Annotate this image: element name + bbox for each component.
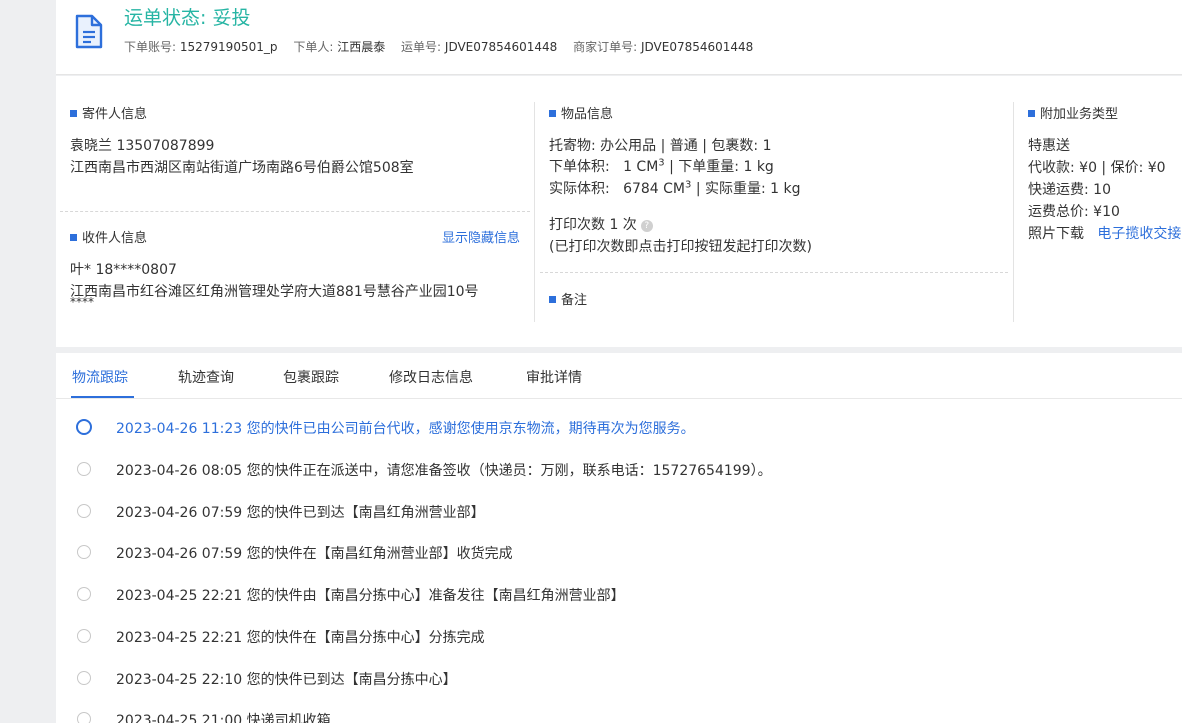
- merchant-order-number: 商家订单号: JDVE07854601448: [573, 40, 754, 54]
- waybill-header: 运单状态: 妥投 下单账号: 15279190501_p 下单人: 江西晨泰 运…: [56, 0, 1182, 75]
- divider: [540, 272, 1008, 273]
- timeline-dot-icon: [76, 419, 92, 435]
- tracking-card: 物流跟踪 轨迹查询 包裹跟踪 修改日志信息 审批详情 2023-04-26 11…: [56, 353, 1182, 723]
- order-volume-weight: 下单体积: 1 CM3 | 下单重量: 1 kg: [549, 157, 774, 175]
- orderer: 下单人: 江西晨泰: [293, 40, 386, 54]
- timeline-dot-icon: [77, 671, 91, 685]
- print-count-note: (已打印次数即点击打印按钮发起打印次数): [549, 239, 812, 255]
- actual-volume-weight: 实际体积: 6784 CM3 | 实际重量: 1 kg: [549, 179, 801, 197]
- show-hidden-info-link[interactable]: 显示隐藏信息: [442, 227, 520, 246]
- tracking-event: 2023-04-25 22:10 您的快件已到达【南昌分拣中心】: [56, 666, 1182, 690]
- extra-service-section-title: 附加业务类型: [1028, 103, 1118, 122]
- waybill-status: 运单状态: 妥投: [124, 7, 251, 29]
- receiver-address: 江西南昌市红谷滩区红角洲管理处学府大道881号慧谷产业园10号: [70, 284, 479, 300]
- remark-section-title: 备注: [549, 289, 587, 308]
- sender-address: 江西南昌市西湖区南站街道广场南路6号伯爵公馆508室: [70, 160, 414, 176]
- print-count: 打印次数 1 次?: [549, 214, 653, 234]
- info-card: 寄件人信息 袁晓兰 13507087899 江西南昌市西湖区南站街道广场南路6号…: [56, 76, 1182, 347]
- timeline-dot-icon: [77, 629, 91, 643]
- tab-change-log[interactable]: 修改日志信息: [389, 367, 473, 387]
- total-fee: 运费总价: ¥10: [1028, 204, 1120, 220]
- tracking-event: 2023-04-26 11:23 您的快件已由公司前台代收，感谢您使用京东物流，…: [56, 415, 1182, 439]
- tracking-event: 2023-04-26 07:59 您的快件已到达【南昌红角洲营业部】: [56, 499, 1182, 523]
- goods-section-title: 物品信息: [549, 103, 613, 122]
- cod-insurance: 代收款: ¥0 | 保价: ¥0: [1028, 160, 1166, 176]
- sender-name-phone: 袁晓兰 13507087899: [70, 138, 215, 154]
- sender-section-title: 寄件人信息: [70, 103, 147, 122]
- timeline-dot-icon: [77, 462, 91, 476]
- service-type: 特惠送: [1028, 138, 1070, 154]
- tracking-event: 2023-04-26 08:05 您的快件正在派送中，请您准备签收（快递员：万刚…: [56, 457, 1182, 481]
- tab-trajectory-query[interactable]: 轨迹查询: [178, 367, 234, 387]
- tab-package-tracking[interactable]: 包裹跟踪: [283, 367, 339, 387]
- help-icon[interactable]: ?: [640, 220, 653, 232]
- timeline-dot-icon: [77, 504, 91, 518]
- timeline-dot-icon: [77, 587, 91, 601]
- tracking-tabs: 物流跟踪 轨迹查询 包裹跟踪 修改日志信息 审批详情: [56, 353, 1182, 399]
- receiver-name-phone: 叶* 18****0807: [70, 262, 177, 278]
- receiver-address-cont: ****: [70, 295, 94, 309]
- waybill-number: 运单号: JDVE07854601448: [401, 40, 558, 54]
- active-tab-indicator: [71, 396, 134, 398]
- order-account: 下单账号: 15279190501_p: [124, 40, 278, 54]
- divider: [60, 211, 530, 212]
- goods-summary: 托寄物: 办公用品 | 普通 | 包裹数: 1: [549, 138, 772, 154]
- tracking-event: 2023-04-25 22:21 您的快件在【南昌分拣中心】分拣完成: [56, 624, 1182, 648]
- shipping-fee: 快递运费: 10: [1028, 182, 1111, 198]
- document-icon: [75, 14, 103, 49]
- tracking-event: 2023-04-25 21:00 快递司机收箱: [56, 707, 1182, 723]
- timeline-dot-icon: [77, 712, 91, 723]
- tab-approval-details[interactable]: 审批详情: [526, 367, 582, 387]
- receiver-section-title: 收件人信息: [70, 227, 147, 246]
- tab-logistics-tracking[interactable]: 物流跟踪: [72, 367, 128, 387]
- handover-receipt-link[interactable]: 电子揽收交接单: [1097, 226, 1182, 242]
- divider: [1013, 102, 1014, 322]
- tracking-event: 2023-04-25 22:21 您的快件由【南昌分拣中心】准备发往【南昌红角洲…: [56, 582, 1182, 606]
- tracking-event: 2023-04-26 07:59 您的快件在【南昌红角洲营业部】收货完成: [56, 540, 1182, 564]
- waybill-meta: 下单账号: 15279190501_p 下单人: 江西晨泰 运单号: JDVE0…: [124, 38, 765, 55]
- photo-download: 照片下载 电子揽收交接单: [1028, 223, 1182, 243]
- divider: [534, 102, 535, 322]
- waybill-detail-page: 运单状态: 妥投 下单账号: 15279190501_p 下单人: 江西晨泰 运…: [56, 0, 1182, 723]
- timeline-dot-icon: [77, 545, 91, 559]
